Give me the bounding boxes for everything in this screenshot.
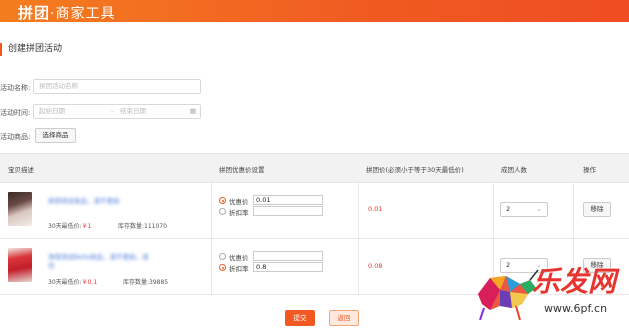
product-name-link-line2[interactable]: 勿 <box>48 260 55 270</box>
col-header-discount-setting: 拼团优惠价设置 <box>219 166 265 174</box>
discount-rate-radio[interactable] <box>219 264 226 271</box>
column-divider <box>211 239 212 294</box>
watermark-logo-text: 乐发网 <box>532 265 617 298</box>
lowest-price-info: 30天最低价:￥1 <box>48 221 92 230</box>
stock-label: 库存数量: <box>118 223 145 230</box>
select-product-button[interactable]: 选择商品 <box>35 128 76 143</box>
page-title: 创建拼团活动 <box>0 43 62 56</box>
submit-button[interactable]: 提交 <box>285 310 315 326</box>
remove-button[interactable]: 移除 <box>583 202 611 217</box>
column-divider <box>358 183 359 238</box>
bull-logo-icon <box>478 269 539 320</box>
activity-product-label: 活动商品: <box>0 133 31 141</box>
col-header-group-price: 拼团价(必须小于等于30天最低价) <box>366 166 464 174</box>
column-divider <box>573 183 574 238</box>
stock-value: 111070 <box>144 223 167 230</box>
date-range-input[interactable]: 起始日期 - 结束日期 ▦ <box>33 104 201 119</box>
chevron-down-icon: ⌄ <box>536 205 542 213</box>
group-price-value: 0.01 <box>368 205 383 213</box>
stock-label: 库存数量: <box>123 279 150 286</box>
discount-price-input[interactable]: 0.01 <box>253 195 323 205</box>
discount-price-input[interactable] <box>253 251 323 261</box>
discount-rate-input[interactable] <box>253 206 323 216</box>
activity-time-label: 活动时间: <box>0 109 31 117</box>
col-header-description: 宝贝描述 <box>8 166 34 174</box>
discount-price-label: 优惠价 <box>229 254 249 262</box>
lowest-price-label: 30天最低价: <box>48 223 82 230</box>
column-divider <box>211 183 212 238</box>
calendar-icon[interactable]: ▦ <box>190 105 196 118</box>
watermark-url: www.6pf.cn <box>544 302 608 315</box>
lowest-price-value: ￥0.1 <box>81 279 98 286</box>
date-separator: - <box>111 107 114 115</box>
lowest-price-label: 30天最低价: <box>48 279 82 286</box>
column-divider <box>493 183 494 238</box>
discount-price-label: 优惠价 <box>229 198 249 206</box>
group-size-select[interactable]: 2 ⌄ <box>500 202 548 217</box>
product-name-link[interactable]: 净雨测试Bella商品，请不要拍，请 <box>48 251 149 261</box>
col-header-actions: 操作 <box>583 166 596 174</box>
brand-sub-text: ·商家工具 <box>50 6 116 22</box>
discount-rate-label: 折扣率 <box>229 265 249 273</box>
discount-rate-label: 折扣率 <box>229 209 249 217</box>
group-price-value: 0.08 <box>368 262 383 270</box>
discount-price-radio[interactable] <box>219 253 226 260</box>
product-thumbnail[interactable] <box>8 192 32 226</box>
group-size-value: 2 <box>506 205 511 213</box>
stock-value: 39885 <box>149 279 169 286</box>
stock-info: 库存数量:39885 <box>123 277 168 286</box>
lowest-price-value: ￥1 <box>81 223 92 230</box>
product-name-link[interactable]: 拼团测试商品，请不要拍 <box>48 195 120 205</box>
stock-info: 库存数量:111070 <box>118 221 167 230</box>
brand-main-text: 拼团 <box>18 4 51 22</box>
product-thumbnail[interactable] <box>8 248 32 282</box>
brand-logo[interactable]: 拼团·商家工具 <box>18 2 115 23</box>
back-button[interactable]: 返回 <box>329 310 359 326</box>
discount-rate-input[interactable]: 0.8 <box>253 262 323 272</box>
activity-name-input[interactable]: 拼团活动名称 <box>33 79 201 94</box>
end-date-field[interactable]: 结束日期 <box>120 105 146 118</box>
start-date-field[interactable]: 起始日期 <box>39 107 65 115</box>
discount-rate-radio[interactable] <box>219 208 226 215</box>
activity-name-label: 活动名称: <box>0 84 31 92</box>
table-row: 拼团测试商品，请不要拍 30天最低价:￥1 库存数量:111070 优惠价 0.… <box>0 183 629 239</box>
top-header-bar: 拼团·商家工具 <box>0 0 629 22</box>
lowest-price-info: 30天最低价:￥0.1 <box>48 277 97 286</box>
col-header-group-size: 成团人数 <box>501 166 527 174</box>
site-watermark: 乐发网 www.6pf.cn <box>470 258 628 326</box>
discount-price-radio[interactable] <box>219 197 226 204</box>
column-divider <box>358 239 359 294</box>
product-table-header: 宝贝描述 拼团优惠价设置 拼团价(必须小于等于30天最低价) 成团人数 操作 <box>0 153 629 183</box>
